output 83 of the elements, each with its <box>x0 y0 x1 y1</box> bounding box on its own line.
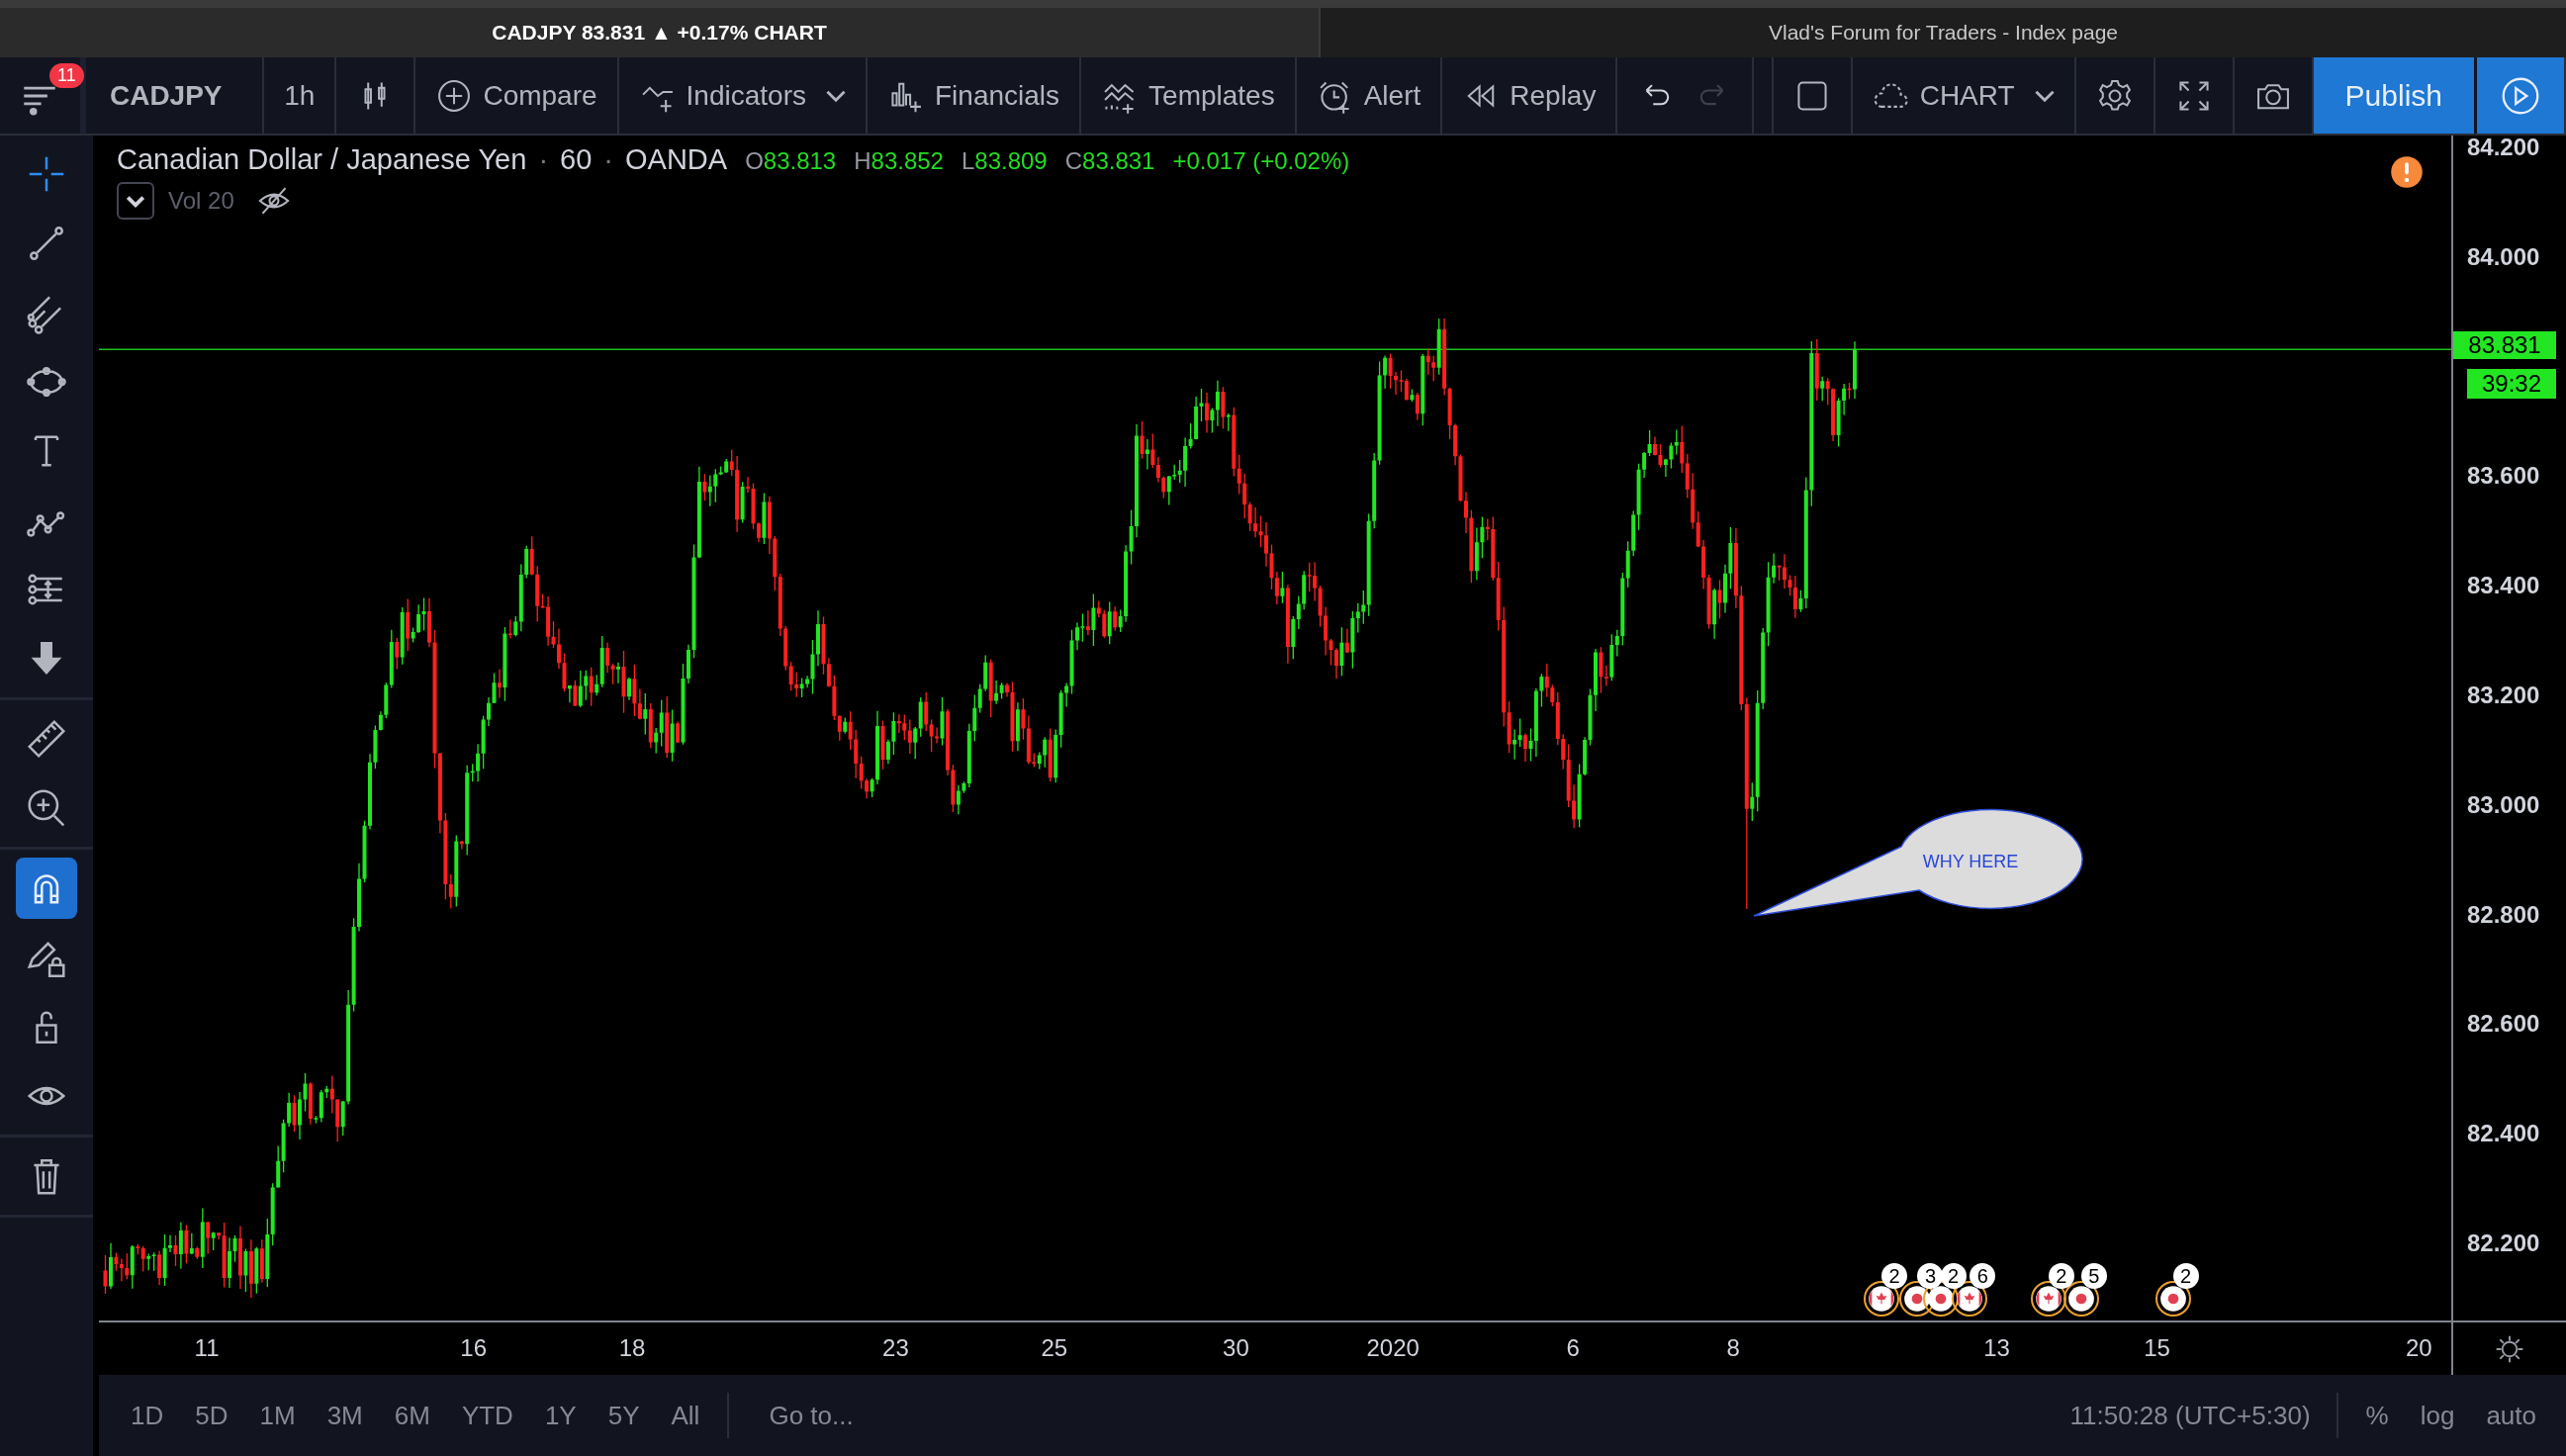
japan-flag-icon <box>2157 1284 2188 1314</box>
scale-option-button[interactable]: log <box>2408 1392 2467 1439</box>
range-button[interactable]: 1M <box>247 1392 308 1439</box>
price-label: 82.400 <box>2467 1120 2540 1148</box>
time-label: 13 <box>1983 1334 2010 1362</box>
alert-button[interactable]: Alert <box>1296 57 1443 134</box>
symbol-button[interactable]: CADJPY <box>85 57 265 134</box>
price-change: +0.017 (+0.02%) <box>1172 147 1350 175</box>
ohlc-value: O83.813 <box>745 147 837 175</box>
legend-title: · <box>603 143 613 176</box>
event-count: 2 <box>1881 1263 1908 1289</box>
price-label: 82.600 <box>2467 1010 2540 1039</box>
time-label: 23 <box>882 1334 909 1362</box>
interval-button[interactable]: 1h <box>264 57 337 134</box>
time-label: 30 <box>1223 1334 1249 1362</box>
event-count: 2 <box>2172 1263 2199 1289</box>
price-label: 83.600 <box>2467 462 2540 491</box>
price-label: 84.000 <box>2467 242 2540 271</box>
publish-button[interactable]: Publish <box>2313 57 2477 134</box>
range-button[interactable]: YTD <box>449 1392 525 1439</box>
ohlc-value: H83.852 <box>854 147 944 175</box>
speech-bubble[interactable] <box>1753 808 2083 917</box>
volume-label: Vol 20 <box>168 187 234 215</box>
last-price-label: 83.831 <box>2453 331 2556 360</box>
time-label: 25 <box>1041 1334 1068 1362</box>
play-button[interactable] <box>2477 57 2566 134</box>
time-label: 20 <box>2405 1334 2432 1362</box>
time-label: 6 <box>1566 1334 1580 1362</box>
canada-flag-icon <box>1955 1284 1985 1314</box>
ruler-icon <box>25 717 68 761</box>
chevron-down-icon <box>127 195 144 207</box>
magnet-tool[interactable] <box>16 858 77 919</box>
range-button[interactable]: 5Y <box>596 1392 652 1439</box>
time-label: 11 <box>194 1334 220 1362</box>
event-count: 5 <box>2080 1263 2107 1289</box>
legend-title: 60 <box>560 143 593 176</box>
price-label: 83.000 <box>2467 790 2540 819</box>
ohlc-value: C83.831 <box>1064 147 1155 175</box>
price-label: 82.200 <box>2467 1228 2540 1257</box>
event-count: 3 <box>1917 1263 1944 1289</box>
price-label: 83.200 <box>2467 681 2540 709</box>
ohlc-value: L83.809 <box>961 147 1048 175</box>
chevron-down-icon <box>2034 89 2055 102</box>
go-to-button[interactable]: Go to... <box>757 1392 866 1439</box>
time-label: 8 <box>1726 1334 1740 1362</box>
compare-button[interactable]: Compare <box>415 57 619 134</box>
time-label: 16 <box>460 1334 487 1362</box>
range-button[interactable]: All <box>659 1392 712 1439</box>
notification-badge: 11 <box>49 63 84 88</box>
cloud-button[interactable]: CHART <box>1852 57 2076 134</box>
financials-button[interactable]: Financials <box>868 57 1082 134</box>
range-button[interactable]: 1Y <box>532 1392 589 1439</box>
legend-title: · <box>538 143 549 176</box>
time-label: 15 <box>2144 1334 2170 1362</box>
event-count: 6 <box>1970 1263 1996 1289</box>
event-count: 2 <box>2048 1263 2074 1289</box>
clock-time: 11:50:28 (UTC+5:30) <box>2069 1400 2311 1431</box>
range-button[interactable]: 5D <box>183 1392 240 1439</box>
countdown-label: 39:32 <box>2467 369 2556 400</box>
time-label: 18 <box>618 1334 646 1362</box>
canada-flag-icon <box>2033 1284 2063 1314</box>
legend-title: OANDA <box>625 143 728 176</box>
range-button[interactable]: 6M <box>382 1392 442 1439</box>
replay-button[interactable]: Replay <box>1442 57 1618 134</box>
event-count: 2 <box>1940 1263 1967 1289</box>
templates-button[interactable]: Templates <box>1081 57 1297 134</box>
japan-flag-icon <box>2065 1284 2096 1314</box>
indicators-button[interactable]: Indicators <box>618 57 868 134</box>
range-button[interactable]: 1D <box>119 1392 176 1439</box>
warning-icon[interactable] <box>2390 155 2424 189</box>
price-label: 82.800 <box>2467 900 2540 929</box>
scale-option-button[interactable]: auto <box>2474 1392 2548 1439</box>
callout-text: WHY HERE <box>1922 852 2019 871</box>
collapse-button[interactable] <box>117 182 154 220</box>
browser-tab[interactable]: CADJPY 83.831 ▲ +0.17% CHART <box>0 8 1319 57</box>
time-label: 2020 <box>1366 1334 1420 1362</box>
canada-flag-icon <box>1867 1284 1897 1314</box>
range-button[interactable]: 3M <box>315 1392 375 1439</box>
chevron-down-icon <box>826 89 846 102</box>
price-label: 83.400 <box>2467 572 2540 600</box>
price-label: 84.200 <box>2467 133 2540 161</box>
scale-option-button[interactable]: % <box>2353 1392 2401 1439</box>
legend-title: Canadian Dollar / Japanese Yen <box>117 143 527 176</box>
